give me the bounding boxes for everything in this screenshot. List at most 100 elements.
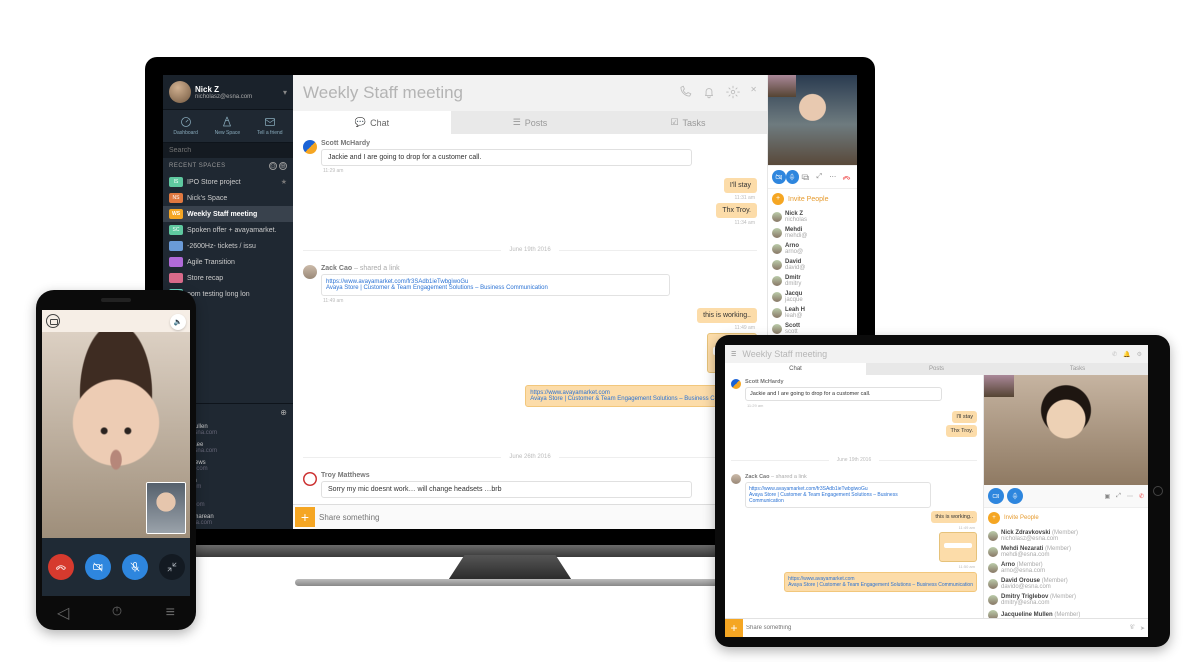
- screenshare-icon[interactable]: ▣: [1104, 493, 1110, 500]
- compose-input[interactable]: [743, 622, 1127, 634]
- profile-header[interactable]: Nick Z nicholasz@esna.com ▾: [163, 75, 293, 109]
- call-icon[interactable]: [678, 85, 692, 101]
- person-row[interactable]: Nick Znicholas: [768, 209, 857, 225]
- link-card[interactable]: https://www.avayamarket.com/fr3SAdb1ieTw…: [745, 482, 931, 508]
- date-separator: June 19th 2016: [731, 460, 977, 467]
- mic-toggle-button[interactable]: [786, 170, 800, 184]
- expand-icon[interactable]: ⤢: [813, 170, 827, 184]
- nav-tell-friend[interactable]: Tell a friend: [257, 116, 283, 136]
- message-bubble-mine: this is working..: [931, 511, 977, 523]
- tablet-screen: ☰ Weekly Staff meeting ✆ 🔔 ⚙ Chat Posts …: [725, 345, 1148, 637]
- compose-plus-button[interactable]: +: [295, 507, 315, 527]
- bell-icon[interactable]: [702, 85, 716, 101]
- nav-new-space[interactable]: New Space: [215, 116, 241, 136]
- hangup-button[interactable]: [840, 170, 854, 184]
- person-row[interactable]: Arnoarno@: [768, 241, 857, 257]
- video-pip[interactable]: [984, 375, 1014, 397]
- space-item-active[interactable]: WSWeekly Staff meeting: [163, 206, 293, 222]
- message-bubble-mine: Thx Troy.: [716, 203, 757, 218]
- hangup-button[interactable]: ✆: [1139, 493, 1144, 500]
- plus-circle-icon: ⊕: [279, 162, 287, 170]
- space-item[interactable]: NSNick's Space: [163, 190, 293, 206]
- add-dm[interactable]: ⊕: [280, 408, 287, 417]
- camera-icon[interactable]: [46, 314, 60, 328]
- close-icon[interactable]: ✕: [750, 85, 757, 101]
- tab-posts[interactable]: Posts: [866, 363, 1007, 375]
- compose-input[interactable]: [315, 509, 733, 526]
- person-row[interactable]: Mehdimehdi@: [768, 225, 857, 241]
- menu-icon[interactable]: ≡: [166, 604, 175, 622]
- person-row[interactable]: Daviddavid@: [768, 257, 857, 273]
- invite-people[interactable]: + Invite People: [984, 508, 1148, 528]
- person-row[interactable]: Leah Hleah@: [768, 305, 857, 321]
- mic-toggle-button[interactable]: [1007, 488, 1023, 504]
- link-card-mine[interactable]: https://www.avayamarket.com Avaya Store …: [784, 572, 977, 592]
- space-item[interactable]: Store recap: [163, 270, 293, 286]
- gear-icon[interactable]: [726, 85, 740, 101]
- tabs: 💬Chat ☰Posts ☑Tasks: [293, 111, 767, 134]
- avatar: [772, 308, 782, 318]
- chevron-down-icon[interactable]: ▾: [283, 88, 287, 97]
- sidebar-search-input[interactable]: [163, 143, 293, 158]
- tablet-composer: + 𝒞 ➤: [725, 618, 1148, 637]
- space-item[interactable]: SCSpoken offer + avayamarket.: [163, 222, 293, 238]
- tab-tasks[interactable]: ☑Tasks: [609, 111, 767, 134]
- person-row[interactable]: Nick Zdravkovski (Member)nicholasz@esna.…: [984, 528, 1148, 544]
- person-row[interactable]: Arno (Member)arno@esna.com: [984, 560, 1148, 576]
- video-feed[interactable]: [768, 75, 857, 165]
- hamburger-icon[interactable]: ☰: [731, 351, 736, 358]
- tab-tasks[interactable]: Tasks: [1007, 363, 1148, 375]
- space-item[interactable]: Agile Transition: [163, 254, 293, 270]
- avatar: [772, 324, 782, 334]
- camera-toggle-button[interactable]: [772, 170, 786, 184]
- add-space[interactable]: ⊙ ⊕: [267, 162, 287, 170]
- attach-icon[interactable]: 𝒞: [1127, 625, 1137, 632]
- video-pip[interactable]: [768, 75, 796, 97]
- back-icon[interactable]: ◁: [57, 603, 69, 623]
- avatar: [988, 579, 998, 589]
- screenshare-icon[interactable]: [799, 170, 813, 184]
- recent-spaces-header: RECENT SPACES ⊙ ⊕: [163, 158, 293, 174]
- nav-dashboard[interactable]: Dashboard: [173, 116, 197, 136]
- call-controls: ⤢ ⋯: [768, 165, 857, 189]
- more-icon[interactable]: ⋯: [826, 170, 840, 184]
- camera-toggle-button[interactable]: [85, 554, 111, 580]
- tab-chat[interactable]: Chat: [725, 363, 866, 375]
- tablet-header: ☰ Weekly Staff meeting ✆ 🔔 ⚙: [725, 345, 1148, 363]
- chat-scroll[interactable]: Scott McHardy Jackie and I are going to …: [293, 134, 767, 504]
- bell-icon[interactable]: 🔔: [1123, 351, 1130, 358]
- person-row[interactable]: Jacqujacque: [768, 289, 857, 305]
- person-row[interactable]: Mehdi Nezarati (Member)mehdi@esna.com: [984, 544, 1148, 560]
- tablet-video[interactable]: [984, 375, 1148, 485]
- power-icon[interactable]: [111, 604, 123, 622]
- expand-icon[interactable]: ⤢: [1116, 493, 1121, 500]
- camera-toggle-button[interactable]: [988, 488, 1004, 504]
- space-item[interactable]: ISIPO Store project★: [163, 174, 293, 190]
- send-icon[interactable]: ➤: [1137, 625, 1148, 632]
- hangup-button[interactable]: [48, 554, 74, 580]
- star-icon[interactable]: ★: [281, 178, 287, 186]
- android-nav-bar: ◁ ≡: [36, 602, 196, 624]
- invite-people[interactable]: + Invite People: [768, 189, 857, 209]
- more-icon[interactable]: ⋯: [1127, 493, 1133, 500]
- compose-plus-button[interactable]: +: [725, 619, 743, 637]
- space-item[interactable]: -2600Hz- tickets / issu: [163, 238, 293, 254]
- message-bubble-mine: I'll stay: [724, 178, 757, 193]
- tablet-home-button[interactable]: [1153, 486, 1163, 496]
- person-row[interactable]: Jacqueline Mullen (Member): [984, 608, 1148, 618]
- gear-icon[interactable]: ⚙: [1137, 351, 1142, 358]
- tablet-chat[interactable]: Scott McHardy Jackie and I are going to …: [725, 375, 983, 618]
- mic-toggle-button[interactable]: [122, 554, 148, 580]
- attachment-preview[interactable]: [939, 532, 977, 562]
- profile-name: Nick Z: [195, 85, 252, 94]
- speaker-button[interactable]: 🔈: [170, 314, 186, 330]
- call-icon[interactable]: ✆: [1112, 351, 1117, 358]
- tab-chat[interactable]: 💬Chat: [293, 111, 451, 134]
- person-row[interactable]: Dmitrdmitry: [768, 273, 857, 289]
- phone-video-pip[interactable]: [146, 482, 186, 534]
- person-row[interactable]: Dmitry Triglebov (Member)dmitry@esna.com: [984, 592, 1148, 608]
- person-row[interactable]: David Orouse (Member)davido@esna.com: [984, 576, 1148, 592]
- collapse-button[interactable]: [159, 554, 185, 580]
- link-card[interactable]: https://www.avayamarket.com/fr3SAdb1ieTw…: [321, 274, 670, 296]
- tab-posts[interactable]: ☰Posts: [451, 111, 609, 134]
